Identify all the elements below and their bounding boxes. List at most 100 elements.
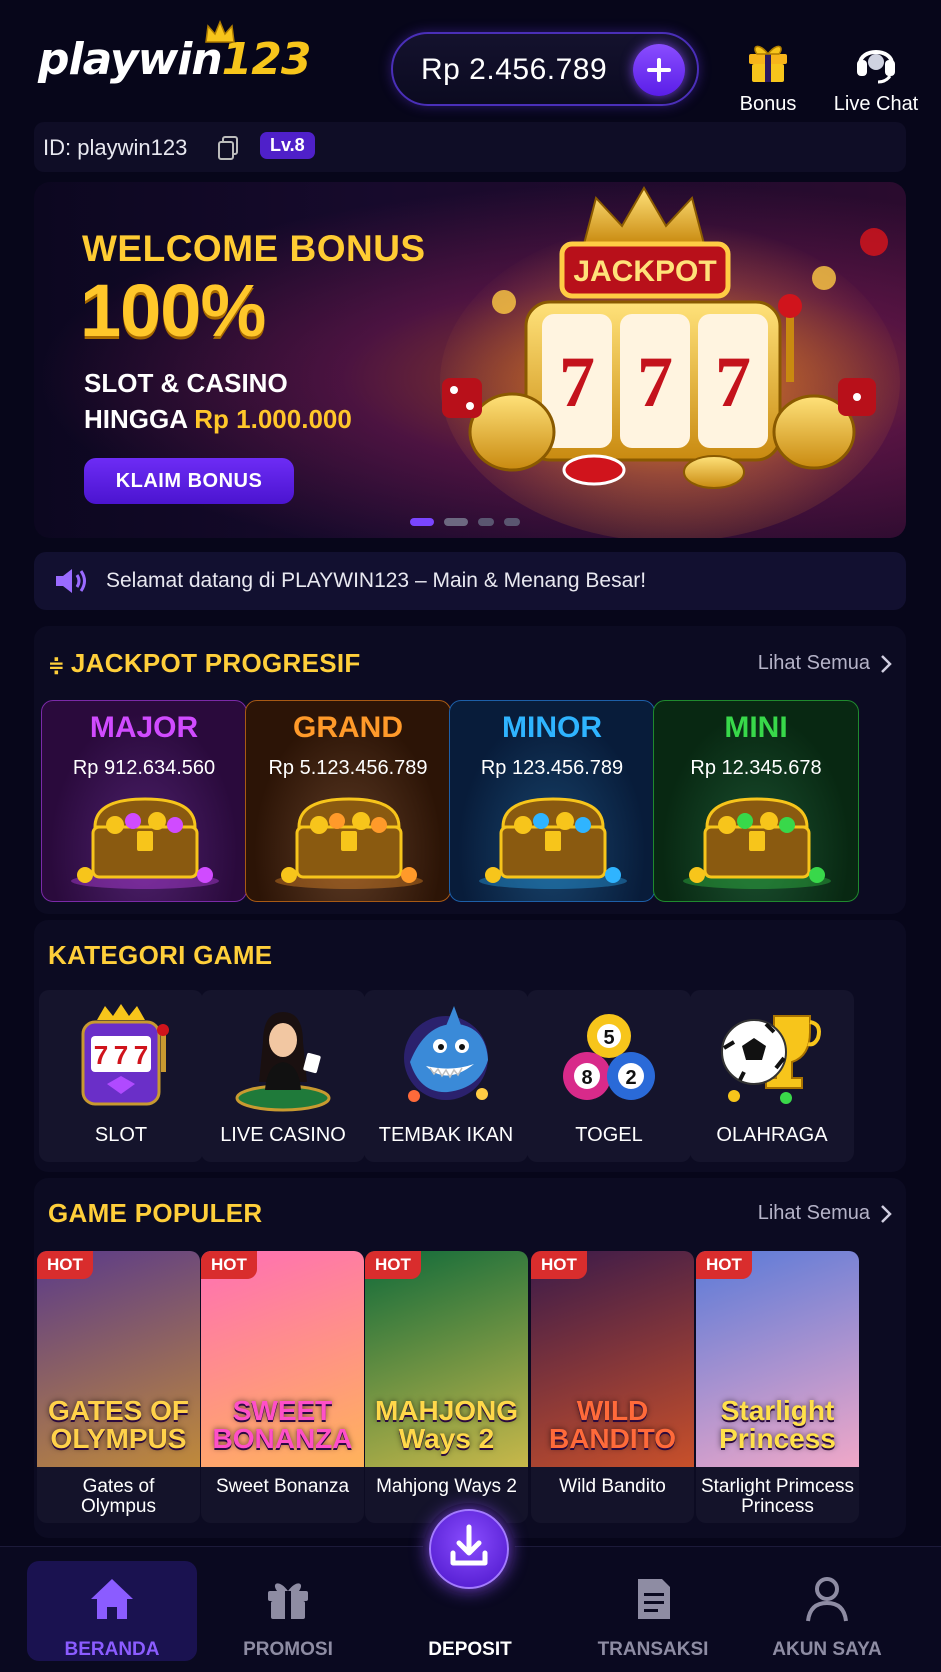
- bonus-button[interactable]: Bonus: [728, 36, 808, 116]
- popular-see-all-link[interactable]: Lihat Semua: [758, 1202, 892, 1225]
- game-name: Starlight Primcess Princess: [700, 1476, 855, 1517]
- jackpot-amount: Rp 912.634.560: [72, 757, 216, 779]
- game-thumbnail-title: GATES OF OLYMPUS: [47, 1395, 190, 1454]
- balance-display[interactable]: Rp 2.456.789: [391, 32, 699, 106]
- game-thumbnail: SWEET BONANZA: [201, 1251, 364, 1467]
- hot-badge: HOT: [531, 1251, 587, 1279]
- reel-symbol-3: 7: [715, 342, 751, 422]
- carousel-dot[interactable]: [504, 518, 520, 526]
- reel-symbol-2: 7: [637, 342, 673, 422]
- carousel-dot[interactable]: [410, 518, 434, 526]
- logo[interactable]: playwin123: [38, 20, 312, 88]
- add-funds-button[interactable]: [633, 44, 685, 96]
- nav-akun-saya[interactable]: AKUN SAYA: [742, 1561, 912, 1661]
- nav-label: BERANDA: [64, 1639, 160, 1660]
- nav-beranda[interactable]: BERANDA: [27, 1561, 197, 1661]
- banner-subtitle: SLOT & CASINO: [84, 368, 288, 398]
- category-olahraga[interactable]: OLAHRAGA: [690, 990, 854, 1162]
- jackpot-card-mini[interactable]: MINI Rp 12.345.678: [653, 700, 859, 902]
- nav-label: DEPOSIT: [428, 1639, 512, 1660]
- account-id: ID: playwin123: [43, 135, 188, 160]
- category-live-casino[interactable]: LIVE CASINO: [201, 990, 365, 1162]
- game-card[interactable]: WILD BANDITO HOT Wild Bandito: [531, 1251, 694, 1523]
- jackpot-card-minor[interactable]: MINOR Rp 123.456.789: [449, 700, 655, 902]
- chevron-right-icon: [881, 654, 892, 673]
- game-name: Gates of Olympus: [81, 1476, 156, 1517]
- user-icon: [806, 1577, 848, 1622]
- jackpot-card-major[interactable]: MAJOR Rp 912.634.560: [41, 700, 247, 902]
- download-icon: [450, 1524, 488, 1566]
- gift-icon: [268, 1583, 308, 1619]
- lottery-balls-icon: 5 8 2: [563, 1014, 655, 1100]
- headset-icon: [857, 50, 895, 84]
- slot-reel-2: 7: [114, 1040, 128, 1070]
- document-icon: [638, 1579, 670, 1619]
- ticker-message: Selamat datang di PLAYWIN123 – Main & Me…: [106, 569, 647, 592]
- hot-badge: HOT: [201, 1251, 257, 1279]
- claim-bonus-button[interactable]: KLAIM BONUS: [84, 458, 294, 504]
- category-slot[interactable]: 7 7 7 SLOT: [39, 990, 203, 1162]
- game-card[interactable]: GATES OF OLYMPUS HOT Gates of Olympus: [37, 1251, 200, 1523]
- game-thumbnail: WILD BANDITO: [531, 1251, 694, 1467]
- banner-carousel-dots[interactable]: [410, 518, 520, 526]
- home-icon: [91, 1579, 133, 1619]
- banner-amount-line: HINGGA Rp 1.000.000: [84, 404, 352, 434]
- slot-reel-3: 7: [134, 1040, 148, 1070]
- category-label: OLAHRAGA: [716, 1124, 828, 1146]
- account-id-bar: ID: playwin123 Lv.8: [34, 122, 906, 172]
- banner-title: WELCOME BONUS: [82, 228, 426, 269]
- jackpot-tier-name: GRAND: [293, 711, 403, 744]
- category-label: TOGEL: [575, 1124, 643, 1146]
- category-section-title: KATEGORI GAME: [48, 940, 273, 970]
- live-dealer-icon: [235, 1012, 331, 1112]
- speaker-icon: [56, 569, 86, 593]
- game-thumbnail-title: WILD BANDITO: [548, 1395, 677, 1454]
- jackpot-section: ≑ JACKPOT PROGRESIF Lihat Semua MAJOR Rp …: [34, 626, 906, 914]
- game-card[interactable]: MAHJONG Ways 2 HOT Mahjong Ways 2: [365, 1251, 528, 1523]
- jackpot-card-grand[interactable]: GRAND Rp 5.123.456.789: [245, 700, 451, 902]
- nav-deposit[interactable]: DEPOSIT: [385, 1503, 555, 1661]
- jackpot-tier-name: MINI: [724, 711, 788, 744]
- hot-badge: HOT: [696, 1251, 752, 1279]
- treasure-chest-icon: [275, 797, 423, 889]
- jackpot-section-title: ≑ JACKPOT PROGRESIF: [48, 648, 361, 678]
- game-name: Sweet Bonanza: [215, 1476, 350, 1497]
- jackpot-amount: Rp 5.123.456.789: [268, 757, 428, 779]
- game-category-section: KATEGORI GAME 7 7 7 SLOT LIVE CASINO TEM…: [34, 920, 906, 1172]
- carousel-dot[interactable]: [444, 518, 468, 526]
- nav-promosi[interactable]: PROMOSI: [203, 1561, 373, 1661]
- live-chat-button[interactable]: Live Chat: [826, 36, 926, 116]
- lottery-ball-1: 5: [603, 1027, 614, 1049]
- game-card[interactable]: SWEET BONANZA HOT Sweet Bonanza: [201, 1251, 364, 1523]
- jackpot-tier-name: MINOR: [502, 711, 602, 744]
- nav-transaksi[interactable]: TRANSAKSI: [568, 1561, 738, 1661]
- deposit-fab[interactable]: [423, 1503, 515, 1595]
- treasure-chest-icon: [479, 797, 627, 889]
- level-badge: Lv.8: [260, 132, 315, 159]
- jackpot-tier-name: MAJOR: [89, 711, 199, 744]
- game-thumbnail-title: MAHJONG Ways 2: [374, 1395, 519, 1454]
- jackpot-slot-machine-image: JACKPOT 7 7 7: [440, 186, 900, 538]
- balance-amount: Rp 2.456.789: [421, 53, 608, 86]
- category-label: TEMBAK IKAN: [378, 1124, 514, 1146]
- slot-machine-icon: 7 7 7: [81, 1004, 169, 1106]
- jackpot-amount: Rp 123.456.789: [480, 757, 624, 779]
- game-thumbnail: GATES OF OLYMPUS: [37, 1251, 200, 1467]
- game-card[interactable]: Starlight Princess HOT Starlight Primcess …: [696, 1251, 859, 1523]
- announcement-ticker: Selamat datang di PLAYWIN123 – Main & Me…: [34, 552, 906, 610]
- jackpot-see-all-link[interactable]: Lihat Semua: [758, 652, 892, 675]
- hot-badge: HOT: [37, 1251, 93, 1279]
- category-togel[interactable]: 5 8 2 TOGEL: [527, 990, 691, 1162]
- carousel-dot[interactable]: [478, 518, 494, 526]
- bonus-label: Bonus: [739, 93, 797, 115]
- hot-badge: HOT: [365, 1251, 421, 1279]
- copy-icon[interactable]: [217, 135, 239, 161]
- category-label: SLOT: [94, 1124, 148, 1146]
- game-thumbnail: MAHJONG Ways 2: [365, 1251, 528, 1467]
- promo-banner[interactable]: WELCOME BONUS 100% SLOT & CASINO HINGGA …: [34, 182, 906, 538]
- category-tembak-ikan[interactable]: TEMBAK IKAN: [364, 990, 528, 1162]
- slot-reel-1: 7: [94, 1040, 108, 1070]
- lottery-ball-2: 8: [581, 1067, 592, 1089]
- nav-label: TRANSAKSI: [597, 1639, 709, 1660]
- fish-shark-icon: [404, 1006, 488, 1102]
